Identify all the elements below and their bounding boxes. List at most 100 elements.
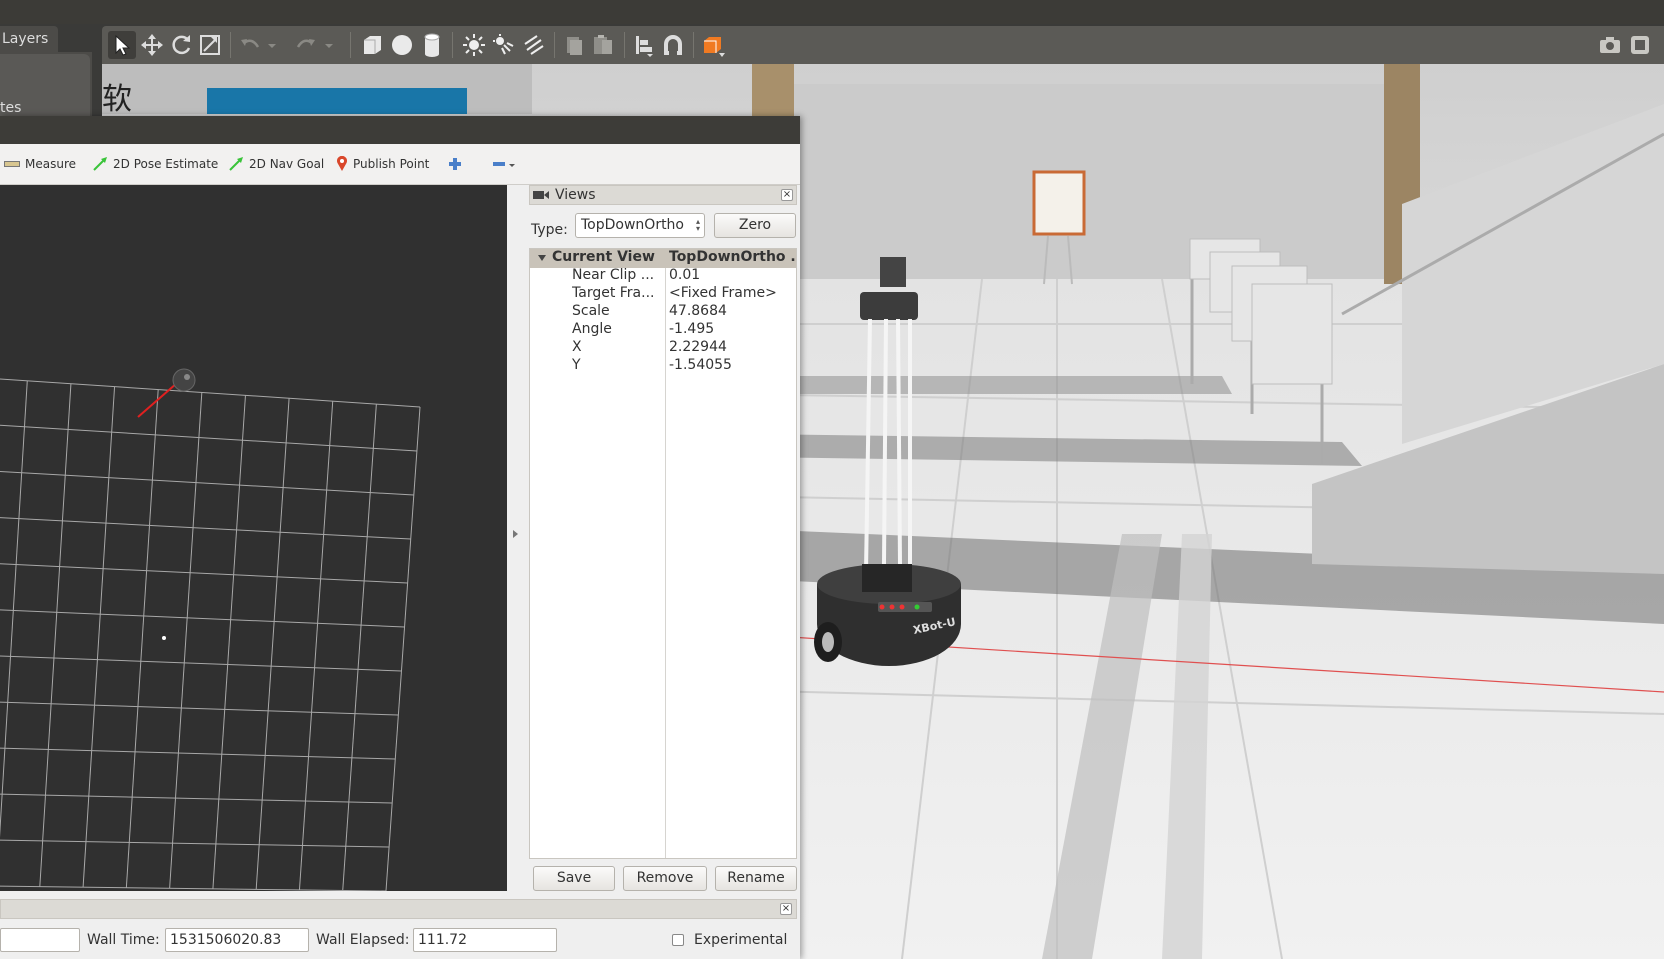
property-row[interactable]: Angle -1.495: [530, 321, 796, 340]
grid-line: [0, 380, 28, 838]
grid-line: [0, 470, 414, 496]
time-panel: × Wall Time: 1531506020.83 Wall Elapsed:…: [0, 899, 800, 959]
spot-light-icon[interactable]: [490, 31, 518, 59]
grid-line: [0, 793, 393, 804]
pose-estimate-label: 2D Pose Estimate: [113, 157, 219, 171]
nav-goal-tool[interactable]: 2D Nav Goal: [228, 154, 324, 174]
paste-icon[interactable]: [589, 31, 617, 59]
green-arrow-icon: [228, 156, 244, 172]
close-icon[interactable]: ×: [780, 903, 792, 915]
spinner-arrows-icon: ▴ ▾: [695, 217, 700, 233]
views-panel: Views × Type: TopDownOrtho ▴ ▾ Zero Curre…: [527, 185, 800, 891]
current-view-label: Current View: [552, 249, 655, 265]
cylinder-icon[interactable]: [418, 31, 446, 59]
zero-button[interactable]: Zero: [714, 213, 796, 238]
left-panel-text: tes: [0, 100, 22, 116]
measure-tool[interactable]: Measure: [4, 154, 76, 174]
wall-time-field[interactable]: 1531506020.83: [165, 928, 309, 952]
property-row[interactable]: Target Fra... <Fixed Frame>: [530, 285, 796, 304]
collapse-arrow-icon[interactable]: [538, 255, 546, 261]
grid-line: [0, 424, 417, 452]
dropdown-icon[interactable]: [265, 31, 279, 59]
grid-line: [82, 386, 116, 888]
remove-button[interactable]: Remove: [623, 866, 707, 891]
grid-line: [385, 406, 421, 891]
camera-screenshot-icon[interactable]: [1596, 31, 1624, 59]
scale-icon[interactable]: [196, 31, 224, 59]
gazebo-toolbar: [102, 26, 1664, 64]
add-tool-button[interactable]: [448, 154, 467, 174]
grid-line: [169, 392, 203, 889]
view-type-select[interactable]: TopDownOrtho ▴ ▾: [575, 213, 705, 238]
grid-line: [0, 701, 399, 716]
plus-icon: [448, 157, 462, 171]
property-row[interactable]: X 2.22944: [530, 339, 796, 358]
publish-point-tool[interactable]: Publish Point: [336, 154, 429, 174]
wall-elapsed-label: Wall Elapsed:: [316, 932, 410, 948]
rviz-window: Measure 2D Pose Estimate 2D Nav Goal Pub…: [0, 116, 800, 959]
sign-text: 软: [102, 82, 132, 117]
save-button[interactable]: Save: [533, 866, 615, 891]
view-type-value: TopDownOrtho: [581, 217, 684, 233]
experimental-checkbox[interactable]: [672, 934, 684, 946]
property-row[interactable]: Near Clip ... 0.01: [530, 267, 796, 286]
pose-estimate-tool[interactable]: 2D Pose Estimate: [92, 154, 218, 174]
grid-line: [0, 839, 390, 848]
fixed-frame-origin: [162, 636, 166, 640]
panel-splitter[interactable]: [507, 185, 527, 891]
grid-line: [212, 395, 246, 889]
grid-line: [125, 389, 159, 888]
experimental-label: Experimental: [694, 932, 788, 948]
camera-icon: [533, 189, 549, 201]
rviz-titlebar: [0, 116, 800, 144]
rviz-3d-view[interactable]: [0, 185, 507, 891]
ros-time-field[interactable]: [0, 928, 80, 952]
map-pin-icon: [336, 156, 348, 172]
copy-icon[interactable]: [560, 31, 588, 59]
wall-elapsed-field[interactable]: 111.72: [413, 928, 557, 952]
grid-display: [0, 368, 421, 891]
current-view-value: TopDownOrtho ...: [669, 249, 795, 265]
grid-line: [0, 655, 402, 672]
grid-line: [298, 401, 334, 890]
property-row[interactable]: Scale 47.8684: [530, 303, 796, 322]
record-video-icon[interactable]: [1626, 31, 1654, 59]
undo-icon[interactable]: [236, 31, 264, 59]
redo-icon[interactable]: [292, 31, 320, 59]
view-angle-icon[interactable]: [699, 31, 727, 59]
layers-tab-label: Layers: [2, 31, 49, 47]
grid-line: [0, 747, 396, 760]
dropdown-icon[interactable]: [322, 31, 336, 59]
snap-icon[interactable]: [659, 31, 687, 59]
align-icon[interactable]: [630, 31, 658, 59]
remove-tool-button[interactable]: [492, 154, 521, 174]
gazebo-left-panel: tes: [0, 52, 92, 118]
grid-line: [0, 885, 387, 891]
layers-tab[interactable]: Layers: [0, 26, 58, 52]
minus-icon: [492, 157, 516, 171]
box-icon[interactable]: [358, 31, 386, 59]
directional-light-icon[interactable]: [520, 31, 548, 59]
robot-model-marker: [172, 368, 196, 392]
grid-line: [0, 378, 421, 408]
rotate-icon[interactable]: [167, 31, 195, 59]
close-icon[interactable]: ×: [781, 189, 793, 201]
grid-line: [0, 563, 408, 584]
expand-arrow-icon[interactable]: [513, 530, 518, 538]
translate-icon[interactable]: [138, 31, 166, 59]
view-properties-tree: Current View TopDownOrtho ... Near Clip …: [529, 248, 797, 859]
measure-label: Measure: [25, 157, 76, 171]
point-light-icon[interactable]: [460, 31, 488, 59]
type-label: Type:: [531, 222, 568, 238]
views-title: Views: [555, 187, 596, 203]
property-row[interactable]: Y -1.54055: [530, 357, 796, 376]
grid-line: [255, 398, 290, 890]
select-arrow-icon[interactable]: [108, 31, 136, 59]
grid-line: [39, 383, 72, 887]
green-arrow-icon: [92, 156, 108, 172]
gazebo-top-bar: [0, 0, 1664, 24]
grid-line: [342, 404, 377, 891]
rename-button[interactable]: Rename: [715, 866, 797, 891]
current-view-row[interactable]: Current View TopDownOrtho ...: [530, 249, 796, 268]
sphere-icon[interactable]: [388, 31, 416, 59]
